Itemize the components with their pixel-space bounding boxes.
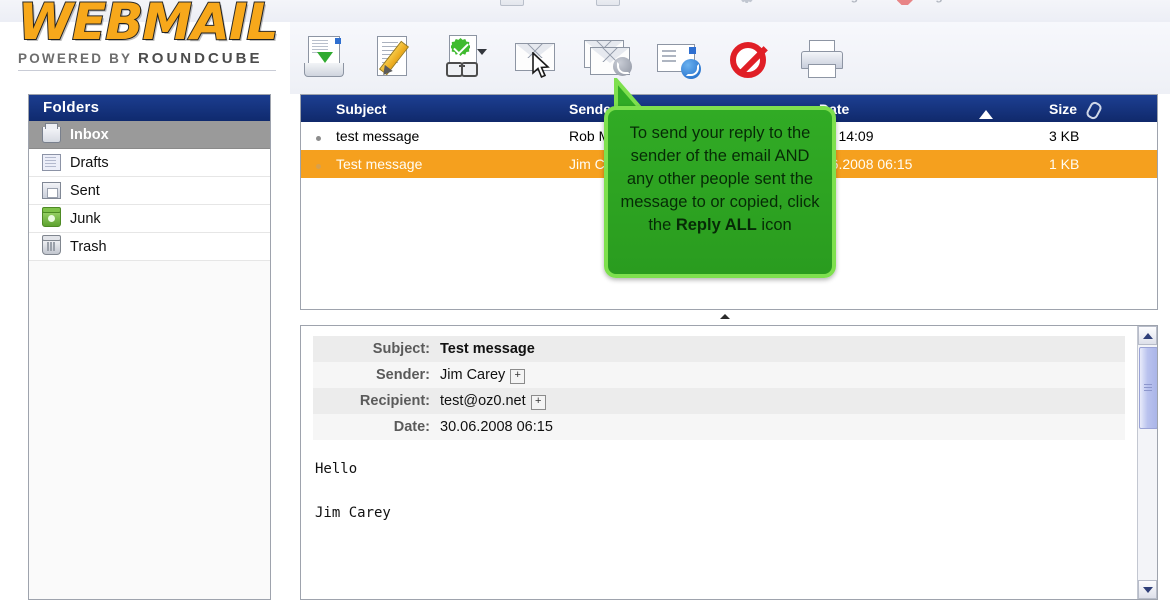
- logo-title: WEBMAIL: [17, 0, 279, 51]
- red-prohibition-icon: [730, 42, 766, 78]
- header-row-subject: Subject: Test message: [313, 336, 1125, 362]
- header-value-recipient: test@oz0.net +: [439, 388, 1125, 414]
- sidebar-item-label-sent: Sent: [70, 182, 100, 199]
- topnav-item-address-book[interactable]: Address Book: [596, 0, 707, 6]
- column-header-size[interactable]: Size: [1049, 101, 1153, 117]
- sidebar-item-drafts[interactable]: Drafts: [29, 149, 270, 177]
- header-row-sender: Sender: Jim Carey +: [313, 362, 1125, 388]
- header-key-recipient: Recipient:: [359, 393, 430, 409]
- inbox-download-icon: [304, 36, 344, 78]
- message-date: on 14:09: [819, 128, 874, 144]
- pencil-paper-icon: [377, 36, 413, 79]
- forward-button[interactable]: [655, 34, 703, 84]
- splitter-collapse-arrow-icon[interactable]: [720, 314, 730, 319]
- message-size: 3 KB: [1049, 128, 1080, 144]
- header-key-date: Date:: [393, 419, 430, 435]
- app-logo: WEBMAIL POWERED BY ROUNDCUBE: [17, 0, 280, 74]
- logo-subtitle-prefix: POWERED BY: [18, 51, 138, 66]
- logo-subtitle: POWERED BY ROUNDCUBE: [18, 50, 280, 67]
- expand-recipient-icon[interactable]: +: [530, 394, 546, 410]
- sidebar-item-label-inbox: Inbox: [70, 126, 109, 143]
- scrollbar-thumb[interactable]: [1139, 347, 1157, 429]
- column-header-date[interactable]: Date: [819, 101, 1049, 119]
- callout-text-after: icon: [756, 216, 792, 234]
- topnav-label-personal-settings: Personal Settings: [763, 0, 864, 3]
- logo-subtitle-brand: ROUNDCUBE: [137, 50, 263, 67]
- message-preview-pane: Subject: Test message Sender: Jim Carey +…: [300, 325, 1158, 600]
- column-header-size-label: Size: [1049, 100, 1078, 117]
- logo-divider: [18, 70, 276, 71]
- tooltip-callout: To send your reply to the sender of the …: [604, 106, 836, 278]
- mouse-cursor: [532, 51, 552, 80]
- sidebar-item-inbox[interactable]: Inbox: [29, 121, 270, 149]
- message-headers-table: Subject: Test message Sender: Jim Carey +…: [313, 336, 1125, 440]
- topnav-item-personal-settings[interactable]: Personal Settings: [737, 0, 864, 5]
- logout-icon: [895, 0, 915, 5]
- message-date: .06.2008 06:15: [819, 156, 913, 172]
- topnav-label-address-book: Address Book: [626, 0, 707, 3]
- message-subject: test message: [336, 128, 420, 144]
- mail-icon: [500, 0, 524, 6]
- check-mail-button[interactable]: [300, 34, 348, 84]
- pane-splitter[interactable]: [300, 312, 1158, 324]
- message-subject: Test message: [336, 156, 423, 172]
- paperclip-icon: [1085, 102, 1101, 116]
- gear-icon: [737, 0, 757, 5]
- header-row-recipient: Recipient: test@oz0.net +: [313, 388, 1125, 414]
- folders-title: Folders: [29, 95, 270, 121]
- compose-button[interactable]: [371, 34, 419, 84]
- callout-emphasis: Reply ALL: [675, 216, 757, 234]
- mail-toolbar: ×: [290, 22, 1170, 94]
- unread-status-dot: [301, 128, 336, 144]
- sidebar-item-sent[interactable]: Sent: [29, 177, 270, 205]
- sidebar-item-label-drafts: Drafts: [70, 154, 109, 171]
- expand-sender-icon[interactable]: +: [510, 368, 526, 384]
- header-value-subject: Test message: [440, 341, 535, 357]
- preview-scrollbar[interactable]: [1137, 326, 1157, 599]
- mark-as-read-button[interactable]: [442, 34, 490, 84]
- junk-icon: [42, 207, 61, 227]
- scroll-up-icon[interactable]: [1138, 326, 1157, 345]
- header-key-sender: Sender:: [376, 367, 430, 383]
- recipient-address: test@oz0.net: [440, 392, 526, 409]
- addressbook-icon: [596, 0, 621, 6]
- sort-asc-arrow-icon: [979, 109, 993, 119]
- drafts-icon: [42, 154, 61, 171]
- message-body: Hello Jim Carey: [315, 461, 391, 521]
- inbox-icon: [42, 122, 61, 143]
- header-value-sender: Jim Carey +: [439, 362, 1125, 388]
- topnav-label-email: E-mail: [530, 0, 566, 3]
- column-header-subject[interactable]: Subject: [301, 101, 569, 117]
- reply-all-button[interactable]: [584, 34, 632, 84]
- print-button[interactable]: [797, 34, 845, 84]
- folders-panel: Folders Inbox Drafts Sent Junk Trash: [28, 94, 271, 600]
- envelope-forward-icon: [657, 44, 701, 79]
- header-row-date: Date: 30.06.2008 06:15: [313, 414, 1125, 440]
- header-value-date: 30.06.2008 06:15: [440, 419, 553, 435]
- message-size: 1 KB: [1049, 156, 1080, 172]
- sidebar-item-trash[interactable]: Trash: [29, 233, 270, 261]
- topnav-label-logout: Logout: [921, 0, 962, 3]
- double-envelope-reply-icon: [584, 40, 632, 76]
- topnav-item-logout[interactable]: Logout: [895, 0, 962, 5]
- delete-button[interactable]: [726, 34, 774, 84]
- chevron-down-icon[interactable]: [477, 49, 487, 55]
- sidebar-item-label-trash: Trash: [70, 238, 107, 255]
- topnav-item-email[interactable]: E-mail: [500, 0, 566, 6]
- scroll-down-icon[interactable]: [1138, 580, 1157, 599]
- sender-name: Jim Carey: [440, 366, 506, 383]
- header-key-subject: Subject:: [372, 341, 430, 357]
- printer-icon: [801, 40, 843, 78]
- sidebar-item-junk[interactable]: Junk: [29, 205, 270, 233]
- sent-icon: [42, 182, 61, 199]
- unread-status-dot: [301, 156, 336, 172]
- trash-icon: [42, 235, 61, 255]
- glasses-check-icon: [445, 35, 487, 79]
- sidebar-item-label-junk: Junk: [70, 210, 101, 227]
